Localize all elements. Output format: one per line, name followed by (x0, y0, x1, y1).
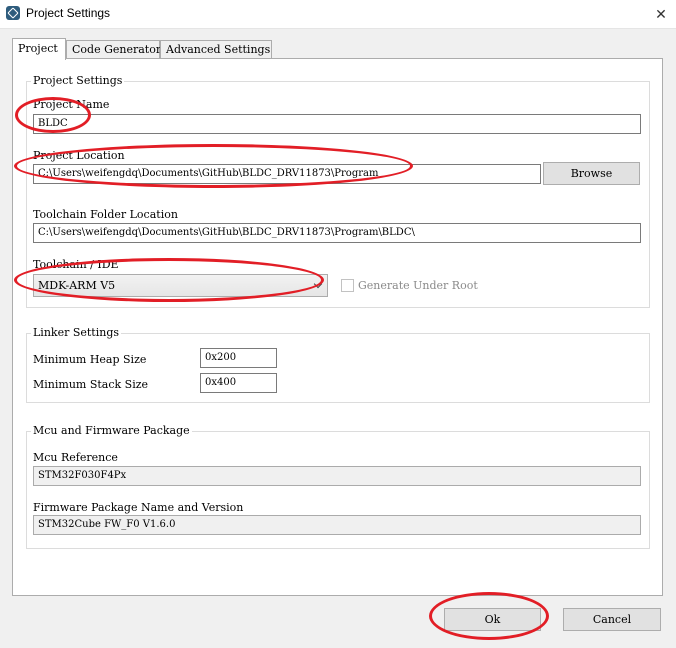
firmware-label: Firmware Package Name and Version (33, 501, 244, 514)
title-bar: Project Settings ✕ (0, 0, 676, 29)
toolchain-ide-value: MDK-ARM V5 (38, 279, 116, 292)
project-name-label: Project Name (33, 98, 110, 111)
project-location-label: Project Location (33, 149, 125, 162)
ok-button[interactable]: Ok (444, 608, 541, 631)
app-icon (6, 6, 20, 20)
toolchain-folder-input[interactable]: C:\Users\weifengdq\Documents\GitHub\BLDC… (33, 223, 641, 243)
tab-project[interactable]: Project (12, 38, 66, 60)
tab-code-generator[interactable]: Code Generator (66, 40, 161, 59)
project-name-input[interactable]: BLDC (33, 114, 641, 134)
toolchain-folder-label: Toolchain Folder Location (33, 208, 178, 221)
linker-settings-group: Linker Settings (26, 326, 650, 403)
toolchain-ide-label: Toolchain / IDE (33, 258, 119, 271)
mcu-reference-field: STM32F030F4Px (33, 466, 641, 486)
min-stack-input[interactable]: 0x400 (200, 373, 277, 393)
generate-under-root-label: Generate Under Root (358, 279, 478, 292)
mcu-reference-label: Mcu Reference (33, 451, 118, 464)
project-settings-title: Project Settings (31, 74, 125, 87)
min-heap-label: Minimum Heap Size (33, 353, 147, 366)
cancel-button[interactable]: Cancel (563, 608, 661, 631)
mcu-firmware-title: Mcu and Firmware Package (31, 424, 192, 437)
min-stack-label: Minimum Stack Size (33, 378, 149, 391)
toolchain-ide-select[interactable]: MDK-ARM V5 (33, 274, 328, 297)
firmware-field: STM32Cube FW_F0 V1.6.0 (33, 515, 641, 535)
chevron-down-icon (312, 275, 324, 296)
tab-advanced-settings[interactable]: Advanced Settings (160, 40, 272, 59)
project-tab-panel: Project Settings Project Name BLDC Proje… (12, 58, 663, 596)
generate-under-root-checkbox[interactable] (341, 279, 354, 292)
browse-button[interactable]: Browse (543, 162, 640, 185)
window-title: Project Settings (26, 6, 111, 20)
close-icon[interactable]: ✕ (646, 0, 676, 29)
min-heap-input[interactable]: 0x200 (200, 348, 277, 368)
linker-settings-title: Linker Settings (31, 326, 122, 339)
project-location-input[interactable]: C:\Users\weifengdq\Documents\GitHub\BLDC… (33, 164, 541, 184)
